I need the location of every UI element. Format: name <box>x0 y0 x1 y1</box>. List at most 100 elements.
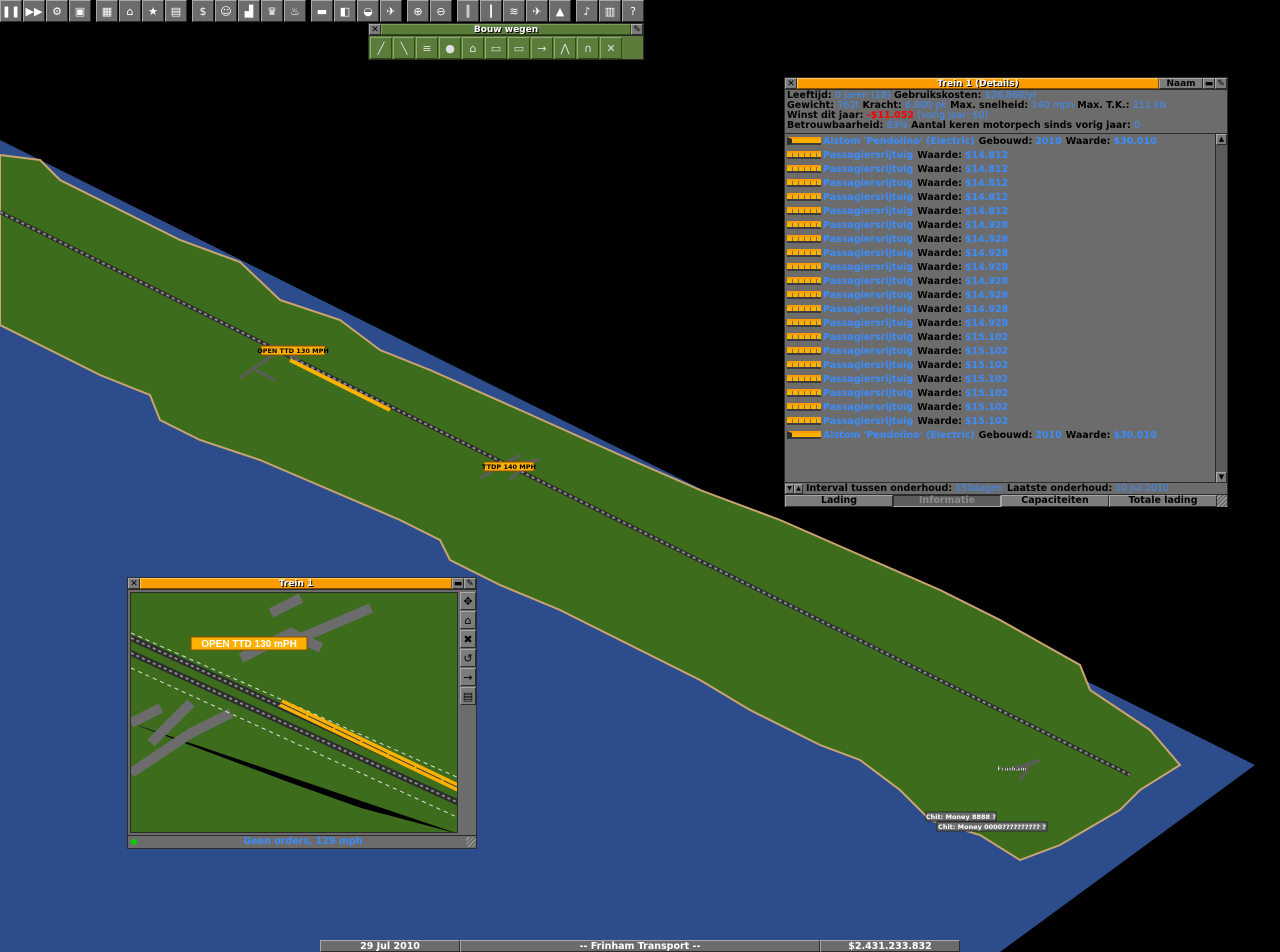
decrease-interval-icon[interactable]: ▼ <box>785 483 794 494</box>
vehicle-list[interactable]: Alstom 'Pendolino' (Electric) Gebouwd: 201… <box>785 134 1216 483</box>
vehicle-row[interactable]: Passagiersrijtuig Waarde: $15.102 <box>785 330 1216 344</box>
shade-icon[interactable]: ▬ <box>452 578 464 589</box>
pin-icon[interactable]: ✎ <box>631 24 643 35</box>
save-disk-icon[interactable]: ▣ <box>69 0 91 22</box>
close-icon[interactable]: ✕ <box>128 578 140 589</box>
company-icon[interactable]: ☺ <box>215 0 237 22</box>
window-title[interactable]: Bouw wegen <box>381 24 631 35</box>
aircraft-icon[interactable]: ✈ <box>380 0 402 22</box>
auto-road-icon[interactable]: ≡ <box>416 37 438 59</box>
scroll-down-icon[interactable]: ▼ <box>1216 472 1227 483</box>
details-icon[interactable]: ▤ <box>460 687 476 705</box>
help-icon[interactable]: ? <box>622 0 644 22</box>
minimap-icon[interactable]: ▦ <box>96 0 118 22</box>
vehicle-row[interactable]: Passagiersrijtuig Waarde: $15.102 <box>785 386 1216 400</box>
build-rail-icon[interactable]: ║ <box>457 0 479 22</box>
start-stop-status[interactable]: Geen orders, 129 mph <box>140 836 466 847</box>
vehicle-row[interactable]: Passagiersrijtuig Waarde: $14.812 <box>785 148 1216 162</box>
town-directory-icon[interactable]: ⌂ <box>119 0 141 22</box>
money-display[interactable]: $2.431.233.832 <box>820 940 960 952</box>
vehicle-row[interactable]: Passagiersrijtuig Waarde: $14.928 <box>785 302 1216 316</box>
stations-list-icon[interactable]: ▤ <box>165 0 187 22</box>
vehicle-row[interactable]: Passagiersrijtuig Waarde: $14.928 <box>785 218 1216 232</box>
options-gear-icon[interactable]: ⚙ <box>46 0 68 22</box>
map-sign-1[interactable]: OPEN TTD 130 MPH <box>257 345 329 356</box>
vehicle-row[interactable]: Alstom 'Pendolino' (Electric) Gebouwd: 201… <box>785 134 1216 148</box>
pin-icon[interactable]: ✎ <box>464 578 476 589</box>
center-view-icon[interactable]: ✥ <box>460 592 476 610</box>
bus-station-icon[interactable]: ▭ <box>485 37 507 59</box>
fast-forward-icon[interactable]: ▶▶ <box>23 0 45 22</box>
vehicle-row[interactable]: Passagiersrijtuig Waarde: $14.928 <box>785 316 1216 330</box>
road-y-icon[interactable]: ╲ <box>393 37 415 59</box>
subsidies-icon[interactable]: ★ <box>142 0 164 22</box>
vehicle-row[interactable]: Passagiersrijtuig Waarde: $15.102 <box>785 372 1216 386</box>
vehicle-row[interactable]: Alstom 'Pendolino' (Electric) Gebouwd: 201… <box>785 428 1216 442</box>
build-airport-icon[interactable]: ✈ <box>526 0 548 22</box>
remove-road-icon[interactable]: ✕ <box>600 37 622 59</box>
cheat-sign-2[interactable]: Chit: Money 0000?????????? ? <box>936 821 1048 832</box>
build-road-icon[interactable]: ┃ <box>480 0 502 22</box>
vehicle-row[interactable]: Passagiersrijtuig Waarde: $14.812 <box>785 162 1216 176</box>
vehicle-row[interactable]: Passagiersrijtuig Waarde: $15.102 <box>785 358 1216 372</box>
build-water-icon[interactable]: ≋ <box>503 0 525 22</box>
window-title[interactable]: Trein 1 <box>140 578 452 589</box>
resize-handle-icon[interactable] <box>1217 495 1227 507</box>
tab-informatie[interactable]: Informatie <box>893 495 1001 507</box>
vertical-scrollbar[interactable]: ▲ ▼ <box>1215 134 1227 483</box>
ships-icon[interactable]: ◒ <box>357 0 379 22</box>
scroll-up-icon[interactable]: ▲ <box>1216 134 1227 145</box>
orders-icon[interactable]: → <box>460 668 476 686</box>
map-sign-2[interactable]: TTDP 140 MPH <box>482 461 536 472</box>
resize-handle-icon[interactable] <box>466 836 476 847</box>
tab-capaciteiten[interactable]: Capaciteiten <box>1001 495 1109 507</box>
vehicle-row[interactable]: Passagiersrijtuig Waarde: $14.928 <box>785 232 1216 246</box>
vehicle-row[interactable]: Passagiersrijtuig Waarde: $14.928 <box>785 246 1216 260</box>
road-x-icon[interactable]: ╱ <box>370 37 392 59</box>
road-tunnel-icon[interactable]: ∩ <box>577 37 599 59</box>
increase-interval-icon[interactable]: ▲ <box>794 483 803 494</box>
news-ticker[interactable]: -- Frinham Transport -- <box>460 940 820 952</box>
send-to-depot-icon[interactable]: ⌂ <box>460 611 476 629</box>
rename-button[interactable]: Naam <box>1159 78 1203 89</box>
turn-around-icon[interactable]: ↺ <box>460 649 476 667</box>
landscaping-icon[interactable]: ▲ <box>549 0 571 22</box>
vehicle-row[interactable]: Passagiersrijtuig Waarde: $14.928 <box>785 274 1216 288</box>
truck-station-icon[interactable]: ▭ <box>508 37 530 59</box>
close-icon[interactable]: ✕ <box>785 78 797 89</box>
industry-icon[interactable]: ♨ <box>284 0 306 22</box>
tractive-effort-value: 211 kN <box>1132 100 1167 111</box>
finances-icon[interactable]: $ <box>192 0 214 22</box>
music-sound-icon[interactable]: ♪ <box>576 0 598 22</box>
one-way-icon[interactable]: → <box>531 37 553 59</box>
road-depot-icon[interactable]: ⌂ <box>462 37 484 59</box>
tab-lading[interactable]: Lading <box>785 495 893 507</box>
trains-list-icon[interactable]: ▬ <box>311 0 333 22</box>
value-label: Waarde: <box>917 177 962 189</box>
vehicle-row[interactable]: Passagiersrijtuig Waarde: $14.812 <box>785 190 1216 204</box>
demolish-bomb-icon[interactable]: ● <box>439 37 461 59</box>
vehicle-row[interactable]: Passagiersrijtuig Waarde: $15.102 <box>785 344 1216 358</box>
road-vehicles-icon[interactable]: ◧ <box>334 0 356 22</box>
vehicle-row[interactable]: Passagiersrijtuig Waarde: $15.102 <box>785 400 1216 414</box>
vehicle-row[interactable]: Passagiersrijtuig Waarde: $14.812 <box>785 204 1216 218</box>
close-icon[interactable]: ✕ <box>369 24 381 35</box>
cheat-sign-1[interactable]: Chit: Money 8888 ? <box>925 811 997 822</box>
zoom-in-icon[interactable]: ⊕ <box>407 0 429 22</box>
tab-totale-lading[interactable]: Totale lading <box>1109 495 1217 507</box>
shade-icon[interactable]: ▬ <box>1203 78 1215 89</box>
pin-icon[interactable]: ✎ <box>1215 78 1227 89</box>
league-trophy-icon[interactable]: ♛ <box>261 0 283 22</box>
pause-icon[interactable]: ❚❚ <box>0 0 22 22</box>
vehicle-row[interactable]: Passagiersrijtuig Waarde: $14.928 <box>785 288 1216 302</box>
vehicle-row[interactable]: Passagiersrijtuig Waarde: $14.812 <box>785 176 1216 190</box>
vehicle-row[interactable]: Passagiersrijtuig Waarde: $14.928 <box>785 260 1216 274</box>
train-viewport[interactable]: OPEN TTD 130 mPH <box>130 592 458 833</box>
zoom-out-icon[interactable]: ⊖ <box>430 0 452 22</box>
graphs-icon[interactable]: ▟ <box>238 0 260 22</box>
window-title[interactable]: Trein 1 (Details) <box>797 78 1159 89</box>
road-bridge-icon[interactable]: ⋀ <box>554 37 576 59</box>
vehicle-row[interactable]: Passagiersrijtuig Waarde: $15.102 <box>785 414 1216 428</box>
news-messages-icon[interactable]: ▥ <box>599 0 621 22</box>
ignore-signal-icon[interactable]: ✖ <box>460 630 476 648</box>
